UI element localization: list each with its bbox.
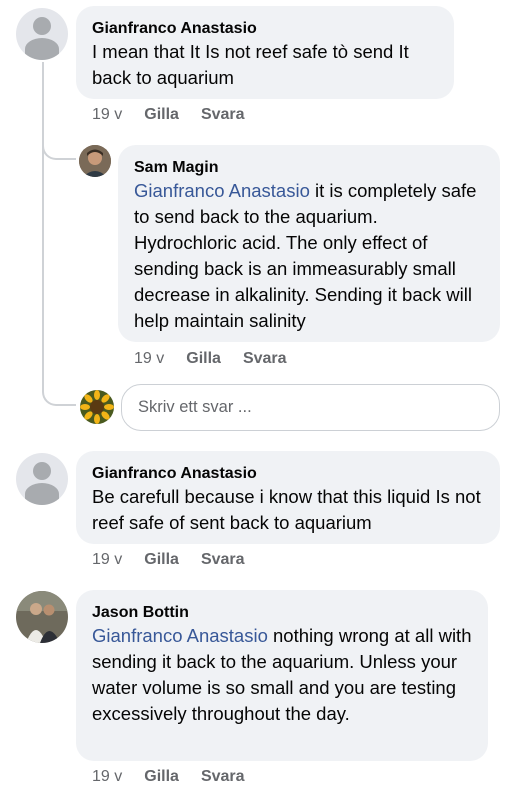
comment-bubble: Jason Bottin Gianfranco Anastasio nothin…: [76, 590, 488, 761]
comment-timestamp[interactable]: 19 v: [92, 551, 122, 569]
comment-timestamp[interactable]: 19 v: [92, 768, 122, 786]
comment-author[interactable]: Gianfranco Anastasio: [92, 463, 484, 484]
comment-text: Be carefull because i know that this liq…: [92, 486, 481, 533]
thread-connector: [42, 150, 76, 406]
comment-timestamp[interactable]: 19 v: [134, 350, 164, 368]
reply-input-placeholder: Skriv ett svar ...: [138, 398, 252, 416]
mention-link[interactable]: Gianfranco Anastasio: [134, 180, 310, 201]
comment-actions: 19 v Gilla Svara: [134, 350, 287, 368]
reply-input[interactable]: Skriv ett svar ...: [121, 384, 500, 431]
comment-text: I mean that It Is not reef safe tò send …: [92, 41, 409, 88]
avatar-current-user: [80, 390, 114, 424]
comment-text: Gianfranco Anastasio it is completely sa…: [134, 180, 477, 331]
comment-timestamp[interactable]: 19 v: [92, 106, 122, 124]
comment-text: Gianfranco Anastasio nothing wrong at al…: [92, 625, 472, 724]
comment-actions: 19 v Gilla Svara: [92, 106, 245, 124]
comment-author[interactable]: Gianfranco Anastasio: [92, 18, 438, 39]
comment-actions: 19 v Gilla Svara: [92, 768, 245, 786]
comment-bubble: Gianfranco Anastasio Be carefull because…: [76, 451, 500, 544]
mention-link[interactable]: Gianfranco Anastasio: [92, 625, 268, 646]
comment-author[interactable]: Sam Magin: [134, 157, 484, 178]
comment-author[interactable]: Jason Bottin: [92, 602, 472, 623]
avatar-default[interactable]: [16, 453, 68, 505]
reply-button[interactable]: Svara: [243, 350, 287, 368]
avatar-sam-magin[interactable]: [79, 145, 111, 177]
comment-actions: 19 v Gilla Svara: [92, 551, 245, 569]
comment-bubble: Sam Magin Gianfranco Anastasio it is com…: [118, 145, 500, 342]
avatar-jason-bottin[interactable]: [16, 591, 68, 643]
like-button[interactable]: Gilla: [186, 350, 221, 368]
like-button[interactable]: Gilla: [144, 768, 179, 786]
reply-button[interactable]: Svara: [201, 768, 245, 786]
reply-button[interactable]: Svara: [201, 551, 245, 569]
comment-bubble: Gianfranco Anastasio I mean that It Is n…: [76, 6, 454, 99]
reply-button[interactable]: Svara: [201, 106, 245, 124]
thread-line: [42, 62, 44, 152]
like-button[interactable]: Gilla: [144, 106, 179, 124]
like-button[interactable]: Gilla: [144, 551, 179, 569]
avatar-default[interactable]: [16, 8, 68, 60]
